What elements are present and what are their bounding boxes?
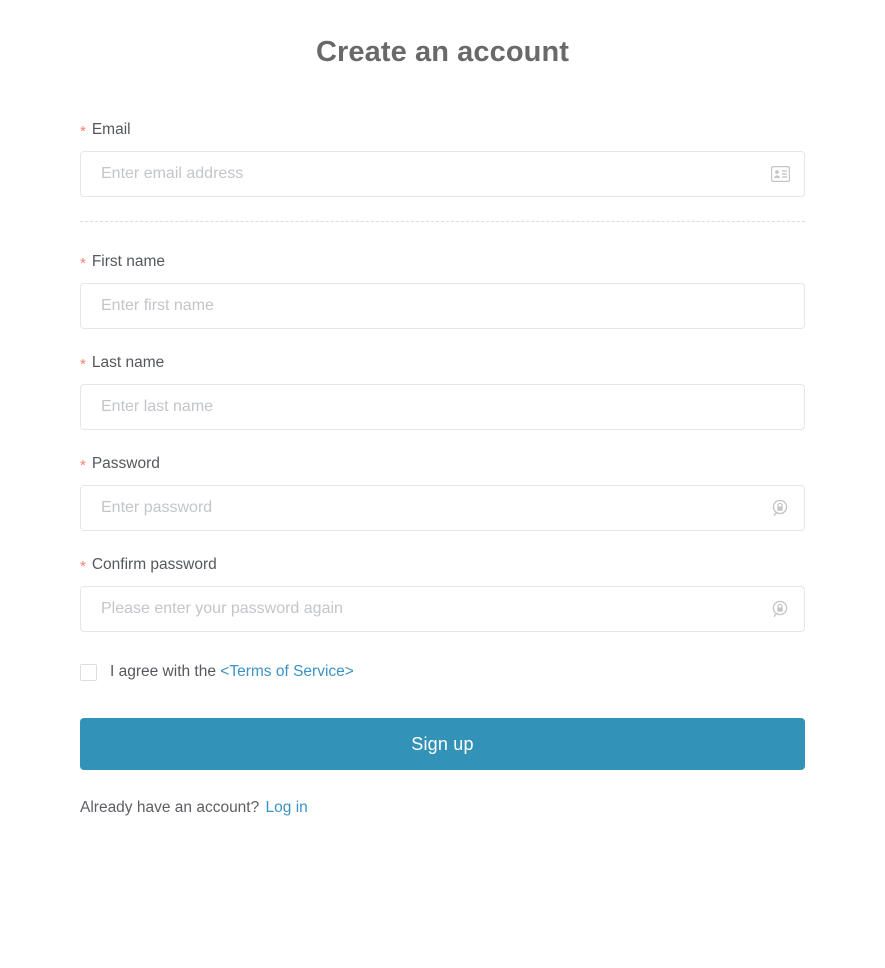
signup-form: * Email Enter email address * First name… <box>80 74 805 818</box>
required-asterisk-icon: * <box>80 255 86 272</box>
login-prompt-text: Already have an account? <box>80 799 260 816</box>
sign-up-button[interactable]: Sign up <box>80 718 805 770</box>
log-in-link[interactable]: Log in <box>266 799 308 816</box>
terms-of-service-link[interactable]: <Terms of Service> <box>220 663 354 680</box>
required-asterisk-icon: * <box>80 123 86 140</box>
email-input[interactable] <box>81 152 804 196</box>
field-confirm-password-label: * Confirm password <box>80 555 805 575</box>
terms-row[interactable]: I agree with the <Terms of Service> <box>80 662 805 682</box>
terms-checkbox[interactable] <box>80 663 97 681</box>
login-prompt: Already have an account? Log in <box>80 798 805 818</box>
field-first-name-label: * First name <box>80 252 805 272</box>
page-title: Create an account <box>315 36 570 68</box>
terms-label: I agree with the <box>110 663 216 680</box>
field-password: * Password <box>80 454 805 531</box>
field-first-name: * First name <box>80 252 805 329</box>
first-name-input-wrapper[interactable] <box>80 283 805 329</box>
password-input-wrapper[interactable] <box>80 485 805 531</box>
field-password-label: * Password <box>80 454 805 474</box>
last-name-input-wrapper[interactable] <box>80 384 805 430</box>
field-email: * Email <box>80 120 805 197</box>
field-first-name-label-text: First name <box>91 253 166 270</box>
required-asterisk-icon: * <box>80 457 86 474</box>
field-last-name: * Last name <box>80 353 805 430</box>
field-last-name-label: * Last name <box>80 353 805 373</box>
confirm-password-input[interactable] <box>81 587 804 631</box>
required-asterisk-icon: * <box>80 356 86 373</box>
terms-text: I agree with the <Terms of Service> <box>110 662 354 682</box>
field-last-name-label-text: Last name <box>91 354 165 371</box>
last-name-input[interactable] <box>81 385 804 429</box>
required-asterisk-icon: * <box>80 558 86 575</box>
signup-page: Create an account * Email Enter email ad… <box>0 0 885 968</box>
field-confirm-password: * Confirm password <box>80 555 805 632</box>
password-input[interactable] <box>81 486 804 530</box>
field-password-label-text: Password <box>91 455 160 472</box>
field-email-label-text: Email <box>91 121 131 138</box>
email-input-wrapper[interactable] <box>80 151 805 197</box>
field-confirm-password-label-text: Confirm password <box>91 556 217 573</box>
field-email-label: * Email <box>80 120 805 140</box>
first-name-input[interactable] <box>81 284 804 328</box>
confirm-password-input-wrapper[interactable] <box>80 586 805 632</box>
